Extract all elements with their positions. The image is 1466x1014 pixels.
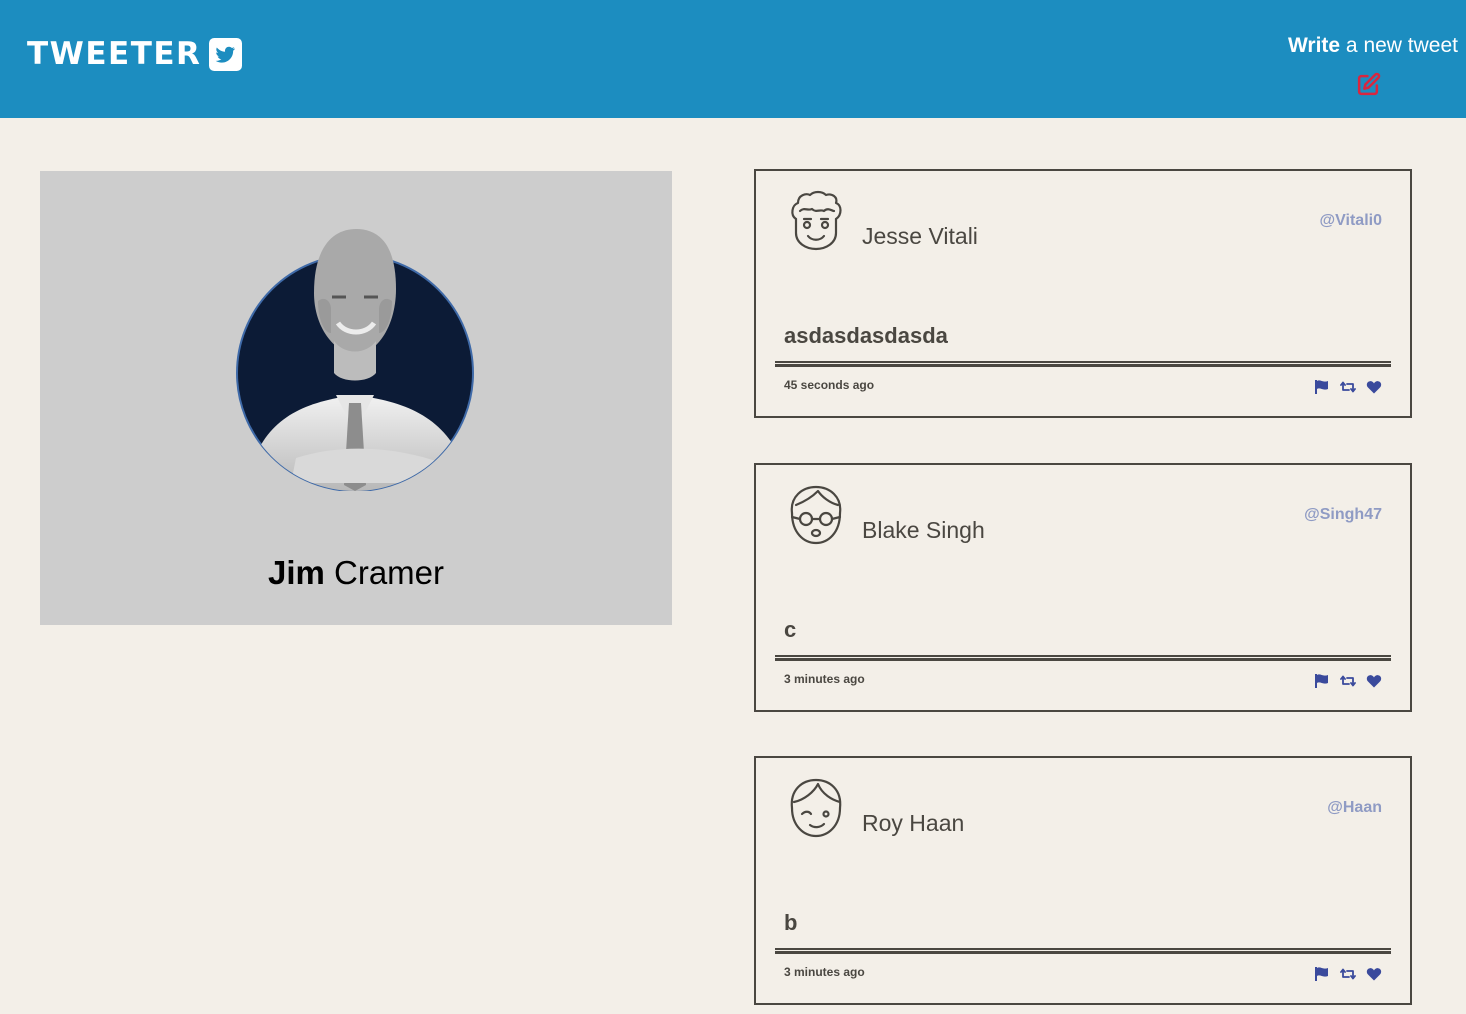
compose-label-rest: a new tweet xyxy=(1340,34,1458,57)
tweet-divider xyxy=(775,948,1391,954)
heart-icon[interactable] xyxy=(1366,379,1382,395)
top-nav-bar: TWEETER Write a new tweet xyxy=(0,0,1466,118)
write-new-tweet-link[interactable]: Write a new tweet xyxy=(1288,34,1458,58)
tweet-divider xyxy=(775,361,1391,367)
profile-last-name: Cramer xyxy=(324,554,445,591)
heart-icon[interactable] xyxy=(1366,673,1382,689)
tweet-actions xyxy=(1314,966,1382,982)
edit-icon[interactable] xyxy=(1356,72,1381,97)
tweet-author-name: Blake Singh xyxy=(862,517,985,543)
curly-hair-face-icon xyxy=(791,190,842,251)
twitter-bird-icon xyxy=(209,37,243,71)
flag-icon[interactable] xyxy=(1314,379,1330,395)
tweet-divider xyxy=(775,655,1391,661)
tweet-author-handle: @Vitali0 xyxy=(1319,212,1382,229)
profile-avatar-photo xyxy=(236,229,474,491)
glasses-face-icon xyxy=(790,485,842,545)
brand-logo[interactable]: TWEETER xyxy=(27,36,243,72)
tweet-card: Jesse Vitali @Vitali0 asdasdasdasda 45 s… xyxy=(754,169,1412,418)
profile-first-name: Jim xyxy=(267,554,325,591)
compose-label-strong: Write xyxy=(1287,34,1341,57)
tweet-author-name: Jesse Vitali xyxy=(862,223,978,249)
winking-face-icon xyxy=(790,778,842,838)
tweet-text: c xyxy=(784,617,797,642)
flag-icon[interactable] xyxy=(1314,966,1330,982)
flag-icon[interactable] xyxy=(1314,673,1330,689)
tweet-timestamp: 3 minutes ago xyxy=(784,672,865,686)
tweet-actions xyxy=(1314,673,1382,689)
tweet-text: asdasdasdasda xyxy=(784,323,948,348)
tweet-author-handle: @Haan xyxy=(1327,799,1382,816)
tweet-text: b xyxy=(784,910,798,935)
tweet-actions xyxy=(1314,379,1382,395)
tweet-timestamp: 3 minutes ago xyxy=(784,965,865,979)
profile-name: Jim Cramer xyxy=(40,554,672,592)
profile-card: Jim Cramer xyxy=(40,171,672,625)
tweet-author-handle: @Singh47 xyxy=(1304,506,1382,523)
tweet-card: Blake Singh @Singh47 c 3 minutes ago xyxy=(754,463,1412,712)
retweet-icon[interactable] xyxy=(1340,966,1356,982)
tweet-timestamp: 45 seconds ago xyxy=(784,378,875,392)
retweet-icon[interactable] xyxy=(1340,379,1356,395)
tweet-author-name: Roy Haan xyxy=(862,810,965,836)
heart-icon[interactable] xyxy=(1366,966,1382,982)
tweet-card: Roy Haan @Haan b 3 minutes ago xyxy=(754,756,1412,1005)
retweet-icon[interactable] xyxy=(1340,673,1356,689)
brand-name: TWEETER xyxy=(27,36,202,72)
